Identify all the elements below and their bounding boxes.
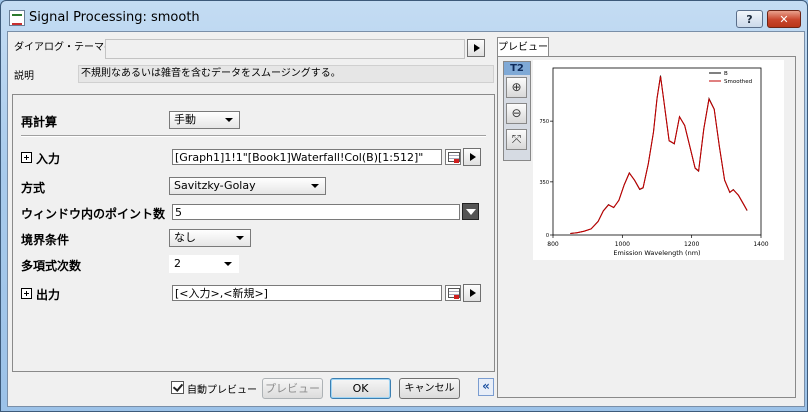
title-bar[interactable]: Signal Processing: smooth ? ✕: [1, 1, 807, 31]
input-label: 入力: [36, 152, 61, 166]
preview-button[interactable]: プレビュー: [262, 378, 323, 399]
close-button[interactable]: ✕: [767, 10, 801, 28]
x-tick-label-2: 1200: [684, 241, 699, 248]
points-label: ウィンドウ内のポイント数: [21, 207, 166, 221]
panel-divider: [21, 135, 486, 137]
zoom-out-icon[interactable]: ⊖: [506, 103, 527, 124]
output-field[interactable]: [<入力>,<新規>]: [172, 285, 442, 301]
settings-panel: 再計算 手動 入力 [Graph1]1!1"[Book1]Waterfall!C…: [12, 94, 495, 372]
x-tick-label-1: 1000: [615, 241, 630, 248]
x-tick-label-0: 800: [547, 241, 559, 248]
points-dropdown-button[interactable]: [462, 203, 479, 220]
auto-preview-checkbox[interactable]: [171, 381, 184, 394]
help-button[interactable]: ?: [736, 10, 763, 28]
cancel-button[interactable]: キャンセル: [399, 378, 460, 399]
output-expand-icon[interactable]: [21, 288, 32, 299]
input-field[interactable]: [Graph1]1!1"[Book1]Waterfall!Col(B)[1:51…: [172, 149, 442, 165]
rescale-icon[interactable]: ⤧: [506, 129, 527, 150]
graph-toolbar: T2 ⊕ ⊖ ⤧: [503, 61, 531, 161]
theme-combo[interactable]: [105, 39, 465, 59]
output-label: 出力: [36, 288, 61, 302]
window-title: Signal Processing: smooth: [29, 10, 200, 25]
toolbar-badge: T2: [504, 62, 530, 75]
x-axis-label: Emission Wavelength (nm): [613, 249, 700, 257]
recalculate-select[interactable]: 手動: [169, 111, 240, 129]
boundary-label: 境界条件: [21, 233, 70, 247]
dialog-body: ダイアログ・テーマ(H) 説明 不規則なあるいは雑音を含むデータをスムージングす…: [7, 31, 805, 407]
legend-label-0: B: [724, 71, 728, 77]
recalculate-label: 再計算: [21, 115, 58, 129]
zoom-in-icon[interactable]: ⊕: [506, 77, 527, 98]
y-tick-label-0: 0: [546, 233, 549, 239]
worksheet-picker-icon[interactable]: [445, 149, 461, 165]
preview-chart: 800 1000 1200 1400 0 350 750 Emission Wavelengt…: [539, 67, 769, 257]
app-icon: [9, 10, 25, 26]
y-tick-label-1: 350: [539, 180, 549, 186]
x-tick-label-3: 1400: [753, 241, 768, 248]
output-picker-icon[interactable]: [445, 285, 461, 301]
output-menu-button[interactable]: [463, 284, 481, 302]
legend-label-1: Smoothed: [724, 79, 752, 85]
plot-frame: [552, 67, 762, 236]
description-label: 説明: [14, 71, 34, 82]
tab-preview[interactable]: プレビュー: [497, 37, 549, 57]
series-line-smoothed: [570, 76, 748, 235]
method-select[interactable]: Savitzky-Golay: [169, 177, 326, 195]
input-expand-icon[interactable]: [21, 152, 32, 163]
boundary-select[interactable]: なし: [169, 229, 251, 247]
points-input[interactable]: 5: [172, 204, 460, 220]
preview-panel: T2 ⊕ ⊖ ⤧ 800 1000 1200 1400 0 350 750 Emission …: [497, 56, 796, 398]
y-tick-label-2: 750: [539, 119, 549, 125]
input-menu-button[interactable]: [463, 148, 481, 166]
collapse-preview-icon[interactable]: «: [478, 378, 494, 396]
auto-preview-label: 自動プレビュー: [187, 385, 257, 396]
theme-label: ダイアログ・テーマ(H): [14, 42, 120, 53]
preview-graph: 800 1000 1200 1400 0 350 750 Emission Wavelengt…: [533, 60, 784, 260]
method-label: 方式: [21, 181, 46, 195]
polyorder-select[interactable]: 2: [169, 255, 239, 273]
dialog-window: Signal Processing: smooth ? ✕ ダイアログ・テーマ(…: [0, 0, 808, 412]
polyorder-label: 多項式次数: [21, 259, 82, 273]
ok-button[interactable]: OK: [330, 378, 391, 399]
theme-menu-button[interactable]: [467, 39, 485, 57]
description-text: 不規則なあるいは雑音を含むデータをスムージングする。: [78, 65, 494, 83]
